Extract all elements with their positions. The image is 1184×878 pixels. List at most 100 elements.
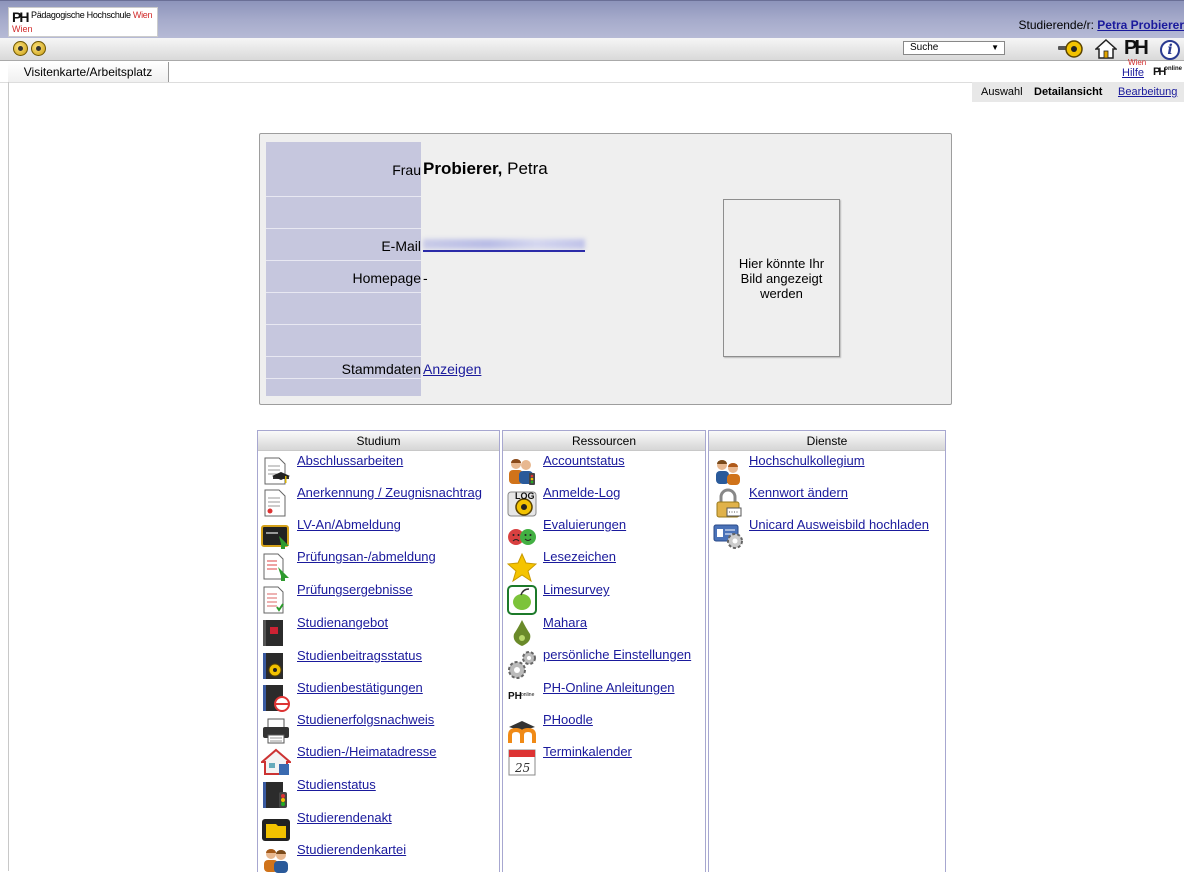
toolbar-back-icon[interactable] xyxy=(13,41,28,56)
evaluation-faces-icon xyxy=(507,520,537,550)
course-registration-icon xyxy=(261,520,291,550)
card-row-divider xyxy=(266,228,421,229)
person-lastname: Probierer, xyxy=(423,159,503,178)
certificate-icon xyxy=(261,488,291,518)
email-label: E-Mail xyxy=(381,238,421,254)
account-status-icon xyxy=(507,456,537,486)
thesis-icon xyxy=(261,456,291,486)
ressourcen-item-label[interactable]: Terminkalender xyxy=(543,744,632,759)
ressourcen-item-label[interactable]: Accountstatus xyxy=(543,453,625,468)
email-link-redacted[interactable] xyxy=(423,237,585,252)
card-label-column xyxy=(266,142,421,396)
fee-status-icon xyxy=(261,651,291,681)
studium-item-label[interactable]: Studienbestätigungen xyxy=(297,680,423,695)
traffic-light-book-icon xyxy=(261,780,291,810)
ressourcen-item-label[interactable]: PH-Online Anleitungen xyxy=(543,680,675,695)
dienste-item-label[interactable]: Hochschulkollegium xyxy=(749,453,865,468)
panel-ressourcen-title: Ressourcen xyxy=(503,431,705,451)
settings-gears-icon xyxy=(507,650,537,680)
tab-row: Visitenkarte/Arbeitsplatz xyxy=(0,62,1184,83)
ressourcen-item-label[interactable]: PHoodle xyxy=(543,712,593,727)
user-name-link[interactable]: Petra Probierer xyxy=(1097,18,1184,32)
search-select-value: Suche xyxy=(910,42,939,53)
studium-item-label[interactable]: Prüfungsergebnisse xyxy=(297,582,413,597)
stammdaten-label: Stammdaten xyxy=(341,361,421,377)
view-detailansicht: Detailansicht xyxy=(1034,86,1103,98)
card-row-divider xyxy=(266,292,421,293)
photo-placeholder: Hier könnte Ihr Bild angezeigt werden xyxy=(723,199,840,357)
ressourcen-item-label[interactable]: Lesezeichen xyxy=(543,549,616,564)
top-bar: PH Pädagogische Hochschule Wien Wien Stu… xyxy=(0,0,1184,39)
panel-dienste-title: Dienste xyxy=(709,431,945,451)
logo-city-sub: Wien xyxy=(12,24,33,34)
help-link[interactable]: Hilfe xyxy=(1122,67,1144,79)
folder-icon xyxy=(261,813,291,843)
info-icon[interactable]: i xyxy=(1160,40,1180,60)
view-auswahl[interactable]: Auswahl xyxy=(981,82,1023,102)
photo-placeholder-text: Hier könnte Ihr Bild angezeigt werden xyxy=(738,255,825,301)
view-mode-bar: Auswahl Detailansicht Bearbeitung xyxy=(972,82,1184,102)
ph-wien-home-icon[interactable]: PH Wien xyxy=(1124,38,1149,67)
toolbar-key-icon[interactable] xyxy=(31,41,46,56)
homepage-value: - xyxy=(423,270,428,286)
ressourcen-item-label[interactable]: Limesurvey xyxy=(543,582,609,597)
studium-item-label[interactable]: Anerkennung / Zeugnisnachtrag xyxy=(297,485,482,500)
login-log-icon: LOG xyxy=(507,488,537,518)
id-card-upload-icon xyxy=(713,520,743,550)
dienste-item-label[interactable]: Unicard Ausweisbild hochladen xyxy=(749,517,929,532)
ph-online-mini-text: online xyxy=(521,692,535,698)
search-select[interactable]: Suche ▼ xyxy=(903,41,1005,55)
moodle-icon xyxy=(507,715,537,745)
studium-item-label[interactable]: Studienstatus xyxy=(297,777,376,792)
studium-item-label[interactable]: Studien-/Heimatadresse xyxy=(297,744,436,759)
calendar-day: 25 xyxy=(514,761,530,775)
key-logout-icon[interactable] xyxy=(1057,39,1085,59)
logo-city: Wien xyxy=(132,10,153,20)
ph-online-icon: PH online xyxy=(507,683,537,713)
card-row-divider xyxy=(266,378,421,379)
calendar-icon: 25 xyxy=(507,747,537,777)
view-bearbeitung-link[interactable]: Bearbeitung xyxy=(1118,82,1177,102)
studium-item-label[interactable]: Studienbeitragsstatus xyxy=(297,648,422,663)
padlock-icon xyxy=(713,488,743,518)
user-label: Studierende/r: Petra Probierer xyxy=(1019,18,1184,32)
limesurvey-icon xyxy=(507,585,537,615)
card-row-divider xyxy=(266,356,421,357)
studium-item-label[interactable]: Abschlussarbeiten xyxy=(297,453,403,468)
studium-item-label[interactable]: Studienangebot xyxy=(297,615,388,630)
salutation: Frau xyxy=(392,162,421,178)
panel-studium-title: Studium xyxy=(258,431,499,451)
tab-visitenkarte[interactable]: Visitenkarte/Arbeitsplatz xyxy=(8,62,169,82)
studium-item-label[interactable]: LV-An/Abmeldung xyxy=(297,517,401,532)
person-name: Probierer, Petra xyxy=(423,159,548,179)
exam-registration-icon xyxy=(261,552,291,582)
studium-item-label[interactable]: Studienerfolgsnachweis xyxy=(297,712,434,727)
confirmation-stamp-icon xyxy=(261,683,291,713)
ph-wien-logo[interactable]: PH Pädagogische Hochschule Wien Wien xyxy=(8,7,158,37)
left-border xyxy=(8,82,9,871)
studium-item-label[interactable]: Studierendenkartei xyxy=(297,842,406,857)
dienste-item-label[interactable]: Kennwort ändern xyxy=(749,485,848,500)
logo-ph-mark: PH xyxy=(12,9,30,25)
ressourcen-item-label[interactable]: Evaluierungen xyxy=(543,517,626,532)
card-row-divider xyxy=(266,324,421,325)
ressourcen-item-label[interactable]: Mahara xyxy=(543,615,587,630)
ph-mini-text: PH xyxy=(508,691,522,702)
user-prefix: Studierende/r: xyxy=(1018,18,1094,32)
stammdaten-anzeigen-link[interactable]: Anzeigen xyxy=(423,361,481,377)
toolbar: Suche ▼ xyxy=(0,38,1184,61)
studium-item-label[interactable]: Studierendenakt xyxy=(297,810,392,825)
mahara-icon xyxy=(507,618,537,648)
star-icon xyxy=(507,552,537,582)
study-offer-book-icon xyxy=(261,618,291,648)
ph-online-small-icon[interactable]: PHonline xyxy=(1153,66,1182,78)
homepage-label: Homepage xyxy=(352,270,422,286)
printer-icon xyxy=(261,715,291,745)
ressourcen-item-label[interactable]: Anmelde-Log xyxy=(543,485,620,500)
person-firstname: Petra xyxy=(507,159,548,178)
people-group-icon xyxy=(713,456,743,486)
studium-item-label[interactable]: Prüfungsan-/abmeldung xyxy=(297,549,436,564)
chevron-down-icon: ▼ xyxy=(991,43,999,52)
ressourcen-item-label[interactable]: persönliche Einstellungen xyxy=(543,647,691,662)
home-icon[interactable] xyxy=(1095,39,1117,59)
